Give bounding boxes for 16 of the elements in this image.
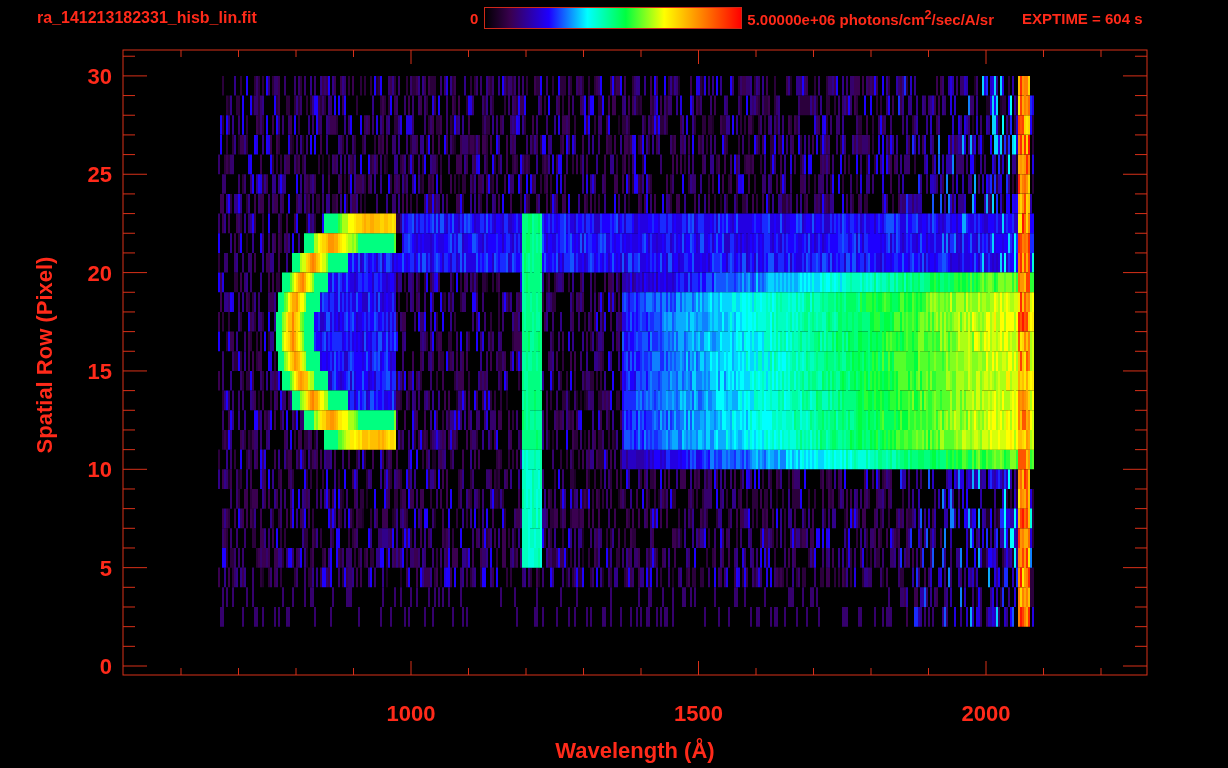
y-axis-title: Spatial Row (Pixel): [32, 256, 57, 454]
x-tick-label: 2000: [961, 701, 1011, 726]
y-tick-label: 5: [99, 555, 112, 581]
y-tick-label: 15: [87, 358, 112, 384]
x-axis-title: Wavelength (Å): [555, 738, 715, 763]
x-tick-label: 1500: [674, 701, 723, 726]
x-tick-label: 1000: [386, 701, 436, 726]
exposure-time-label: EXPTIME = 604 s: [1022, 9, 1143, 27]
colorbar-max-label: 5.00000e+06 photons/cm$^{2}$/sec/A/sr: [747, 8, 995, 28]
y-tick-label: 10: [87, 457, 112, 483]
file-title: ra_141213182331_hisb_lin.fit: [37, 9, 258, 27]
y-tick-label: 25: [87, 162, 112, 188]
y-tick-label: 30: [87, 63, 112, 89]
y-tick-label: 20: [87, 260, 112, 286]
colorbar-min-label: 0: [470, 9, 479, 27]
y-tick-label: 0: [99, 654, 112, 679]
